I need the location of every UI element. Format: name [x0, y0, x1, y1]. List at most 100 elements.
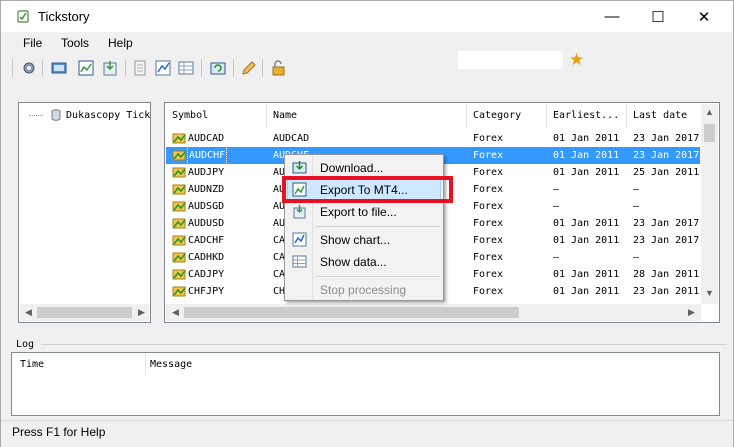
scroll-thumb[interactable] — [184, 307, 519, 318]
database-icon — [51, 109, 61, 121]
log-column-message[interactable]: Message — [150, 359, 192, 370]
menu-file[interactable]: File — [23, 36, 42, 50]
toolbar-separator — [201, 59, 202, 77]
cell-symbol: CADCHF — [188, 235, 225, 246]
scroll-right-icon[interactable]: ▶ — [688, 307, 695, 318]
connect-icon[interactable] — [50, 59, 68, 77]
cell-symbol: AUDUSD — [188, 218, 225, 229]
scroll-down-icon[interactable]: ▼ — [705, 288, 714, 298]
highlight-annotation-box — [282, 176, 453, 203]
cell-symbol: AUDCHF — [186, 146, 228, 165]
scroll-left-icon[interactable]: ◀ — [25, 307, 32, 318]
scroll-up-icon[interactable]: ▲ — [705, 107, 714, 117]
scroll-right-icon[interactable]: ▶ — [138, 307, 145, 318]
log-divider — [41, 344, 727, 345]
cell-last-date: 28 Jan 2011 — [633, 269, 700, 280]
data-icon[interactable] — [177, 59, 195, 77]
scroll-thumb[interactable] — [704, 124, 715, 142]
forex-pair-icon — [172, 184, 186, 195]
cell-category: Forex — [473, 201, 504, 212]
cell-earliest: – — [553, 252, 560, 263]
cell-symbol: CADJPY — [188, 269, 225, 280]
cell-earliest: 01 Jan 2011 — [553, 235, 620, 246]
tree-horizontal-scrollbar[interactable]: ◀ ▶ — [20, 304, 149, 321]
app-window: Tickstory — ☐ ✕ File Tools Help ★ Dukasc… — [0, 0, 734, 447]
cell-last-date: – — [633, 184, 640, 195]
column-header-last-date[interactable]: Last date — [627, 104, 700, 128]
forex-pair-icon — [172, 286, 186, 297]
data-icon — [292, 255, 307, 268]
refresh-icon[interactable] — [209, 59, 227, 77]
cell-last-date: 23 Jan 2017 — [633, 218, 700, 229]
grid-vertical-scrollbar[interactable]: ▲ ▼ — [701, 104, 718, 304]
menu-tools[interactable]: Tools — [61, 36, 89, 50]
menu-item-export-to-file[interactable]: Export to file... — [287, 201, 441, 223]
window-title: Tickstory — [38, 9, 90, 24]
scroll-left-icon[interactable]: ◀ — [172, 307, 179, 318]
cell-last-date: 25 Jan 2011 — [633, 167, 700, 178]
scroll-thumb[interactable] — [37, 307, 132, 318]
document-icon[interactable] — [131, 59, 149, 77]
cell-symbol: CHFJPY — [188, 286, 225, 297]
title-bar[interactable]: Tickstory — ☐ ✕ — [1, 1, 733, 32]
column-header-earliest[interactable]: Earliest... — [547, 104, 627, 128]
log-list[interactable] — [11, 352, 720, 416]
forex-pair-icon — [172, 201, 186, 212]
minimize-button[interactable]: — — [589, 1, 635, 32]
gear-icon[interactable] — [20, 59, 38, 77]
log-column-time[interactable]: Time — [20, 359, 44, 370]
cell-symbol: AUDNZD — [188, 184, 225, 195]
cell-earliest: – — [553, 201, 560, 212]
menu-separator — [315, 226, 440, 227]
edit-icon[interactable] — [240, 59, 258, 77]
export-mt4-icon[interactable] — [77, 59, 95, 77]
cell-earliest: 01 Jan 2011 — [553, 269, 620, 280]
download-icon — [292, 161, 307, 174]
status-text: Press F1 for Help — [12, 425, 106, 439]
chart-icon[interactable] — [154, 59, 172, 77]
table-row[interactable]: AUDCAD AUDCAD Forex 01 Jan 2011 23 Jan 2017 — [166, 130, 700, 147]
column-header-category[interactable]: Category — [467, 104, 547, 128]
menu-item-label: Stop processing — [320, 283, 407, 297]
maximize-button[interactable]: ☐ — [635, 1, 681, 32]
log-column-divider — [145, 353, 146, 375]
forex-pair-icon — [172, 167, 186, 178]
source-tree-panel[interactable]: Dukascopy Tick ◀ ▶ — [18, 102, 151, 323]
cell-symbol: AUDJPY — [188, 167, 225, 178]
export-file-icon[interactable] — [101, 59, 119, 77]
cell-category: Forex — [473, 133, 504, 144]
favorite-star-icon[interactable]: ★ — [569, 50, 584, 70]
cell-symbol: CADHKD — [188, 252, 225, 263]
cell-earliest: 01 Jan 2011 — [553, 167, 620, 178]
cell-last-date: – — [633, 252, 640, 263]
cell-category: Forex — [473, 184, 504, 195]
chart-icon — [292, 232, 307, 247]
menu-item-label: Download... — [320, 161, 384, 175]
menu-item-show-chart[interactable]: Show chart... — [287, 229, 441, 251]
grid-header: Symbol Name Category Earliest... Last da… — [166, 104, 700, 128]
cell-name: AUDCAD — [273, 133, 310, 144]
forex-pair-icon — [172, 133, 186, 144]
cell-symbol: AUDCAD — [188, 133, 225, 144]
cell-category: Forex — [473, 167, 504, 178]
cell-last-date: 23 Jan 2011 — [633, 286, 700, 297]
tree-item-dukascopy[interactable]: Dukascopy Tick — [29, 109, 150, 121]
menu-item-stop-processing[interactable]: Stop processing — [287, 279, 441, 301]
column-header-symbol[interactable]: Symbol — [166, 104, 267, 128]
cell-earliest: 01 Jan 2011 — [553, 218, 620, 229]
cell-symbol: AUDSGD — [188, 201, 225, 212]
grid-horizontal-scrollbar[interactable]: ◀ ▶ — [166, 304, 701, 321]
forex-pair-icon — [172, 269, 186, 280]
close-button[interactable]: ✕ — [681, 1, 727, 32]
column-header-name[interactable]: Name — [267, 104, 467, 128]
cell-last-date: 23 Jan 2017 — [633, 150, 700, 161]
menu-item-show-data[interactable]: Show data... — [287, 251, 441, 273]
menu-help[interactable]: Help — [108, 36, 133, 50]
toolbar-blank-area — [458, 51, 563, 69]
log-title: Log — [16, 339, 35, 350]
lock-icon[interactable] — [269, 59, 287, 77]
tree-connector — [29, 114, 43, 116]
cell-category: Forex — [473, 235, 504, 246]
forex-pair-icon — [172, 252, 186, 263]
tree-item-label: Dukascopy Tick — [66, 110, 151, 121]
